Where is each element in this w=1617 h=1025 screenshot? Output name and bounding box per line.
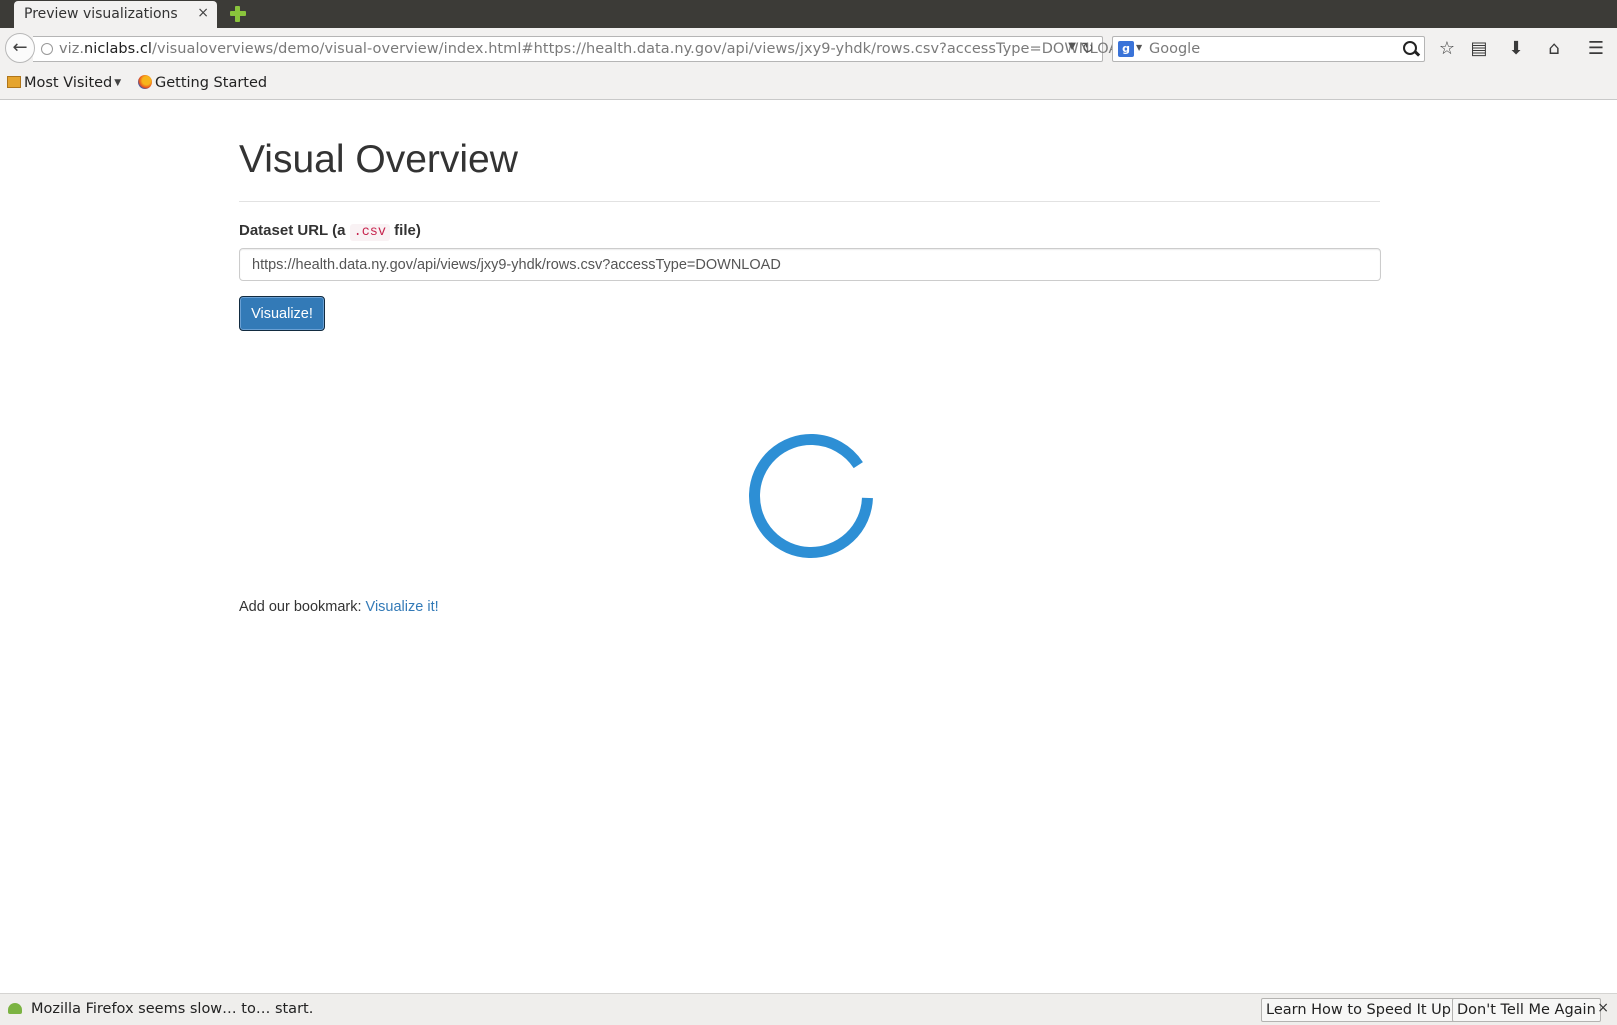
bookmark-getting-started[interactable]: Getting Started	[138, 75, 267, 91]
search-placeholder: Google	[1149, 41, 1201, 57]
turtle-icon	[8, 1003, 22, 1014]
reading-list-icon[interactable]: ▤	[1466, 36, 1492, 62]
downloads-icon[interactable]: ⬇	[1503, 36, 1529, 62]
url-prefix: viz.	[59, 41, 85, 57]
csv-code: .csv	[349, 224, 390, 241]
engine-dropdown-icon[interactable]: ▼	[1136, 43, 1142, 52]
tab-close-icon[interactable]: ×	[197, 5, 209, 21]
globe-icon	[41, 43, 53, 55]
bookmark-line: Add our bookmark: Visualize it!	[239, 599, 439, 615]
search-icon[interactable]	[1402, 40, 1420, 58]
url-bar[interactable]: viz.niclabs.cl/visualoverviews/demo/visu…	[33, 36, 1130, 62]
label-suffix: file)	[394, 222, 421, 239]
tab-strip: Preview visualizations ×	[0, 0, 1617, 28]
menu-icon[interactable]: ☰	[1583, 36, 1609, 62]
loading-spinner	[749, 434, 873, 558]
tab-title: Preview visualizations	[24, 6, 178, 22]
chevron-down-icon: ▼	[114, 78, 122, 88]
back-button[interactable]: ←	[5, 33, 35, 63]
learn-speed-button[interactable]: Learn How to Speed It Up	[1261, 998, 1456, 1022]
google-engine-icon[interactable]: g	[1118, 41, 1134, 57]
notification-message: Mozilla Firefox seems slow… to… start.	[31, 1001, 314, 1017]
new-tab-plus-icon[interactable]	[229, 5, 247, 23]
notification-bar: Mozilla Firefox seems slow… to… start. L…	[0, 993, 1617, 1025]
label-prefix: Dataset URL (a	[239, 222, 346, 239]
bookmark-label: Most Visited	[24, 75, 113, 91]
spinner-arc	[749, 434, 873, 558]
url-domain: niclabs.cl	[84, 41, 153, 57]
home-icon[interactable]: ⌂	[1541, 36, 1567, 62]
dataset-url-input[interactable]	[239, 248, 1381, 281]
back-arrow-icon: ←	[12, 37, 28, 58]
bookmark-most-visited[interactable]: Most Visited ▼	[7, 75, 121, 91]
bookmark-prefix: Add our bookmark:	[239, 599, 362, 615]
bookmark-star-icon[interactable]: ☆	[1434, 36, 1460, 62]
dont-tell-me-again-button[interactable]: Don't Tell Me Again	[1452, 998, 1601, 1022]
visualize-button[interactable]: Visualize!	[239, 296, 325, 331]
dataset-url-label: Dataset URL (a .csv file)	[239, 222, 421, 241]
navigation-toolbar: viz.niclabs.cl/visualoverviews/demo/visu…	[0, 28, 1617, 68]
firefox-icon	[138, 75, 152, 89]
search-bar[interactable]: g ▼ Google	[1112, 36, 1425, 62]
folder-icon	[7, 76, 21, 88]
url-dropdown-icon[interactable]: ▼	[1068, 41, 1076, 52]
bookmark-label: Getting Started	[155, 75, 268, 91]
bookmarks-toolbar: Most Visited ▼ Getting Started	[0, 68, 1617, 100]
url-text[interactable]: viz.niclabs.cl/visualoverviews/demo/visu…	[59, 41, 1130, 57]
title-divider	[239, 201, 1380, 202]
page-title: Visual Overview	[239, 138, 518, 181]
url-path: /visualoverviews/demo/visual-overview/in…	[152, 41, 1130, 57]
close-icon[interactable]: ×	[1597, 1000, 1609, 1016]
visualize-it-link[interactable]: Visualize it!	[366, 599, 439, 615]
tab-preview-visualizations[interactable]: Preview visualizations ×	[14, 1, 217, 28]
reload-icon[interactable]: ↻	[1081, 39, 1094, 57]
